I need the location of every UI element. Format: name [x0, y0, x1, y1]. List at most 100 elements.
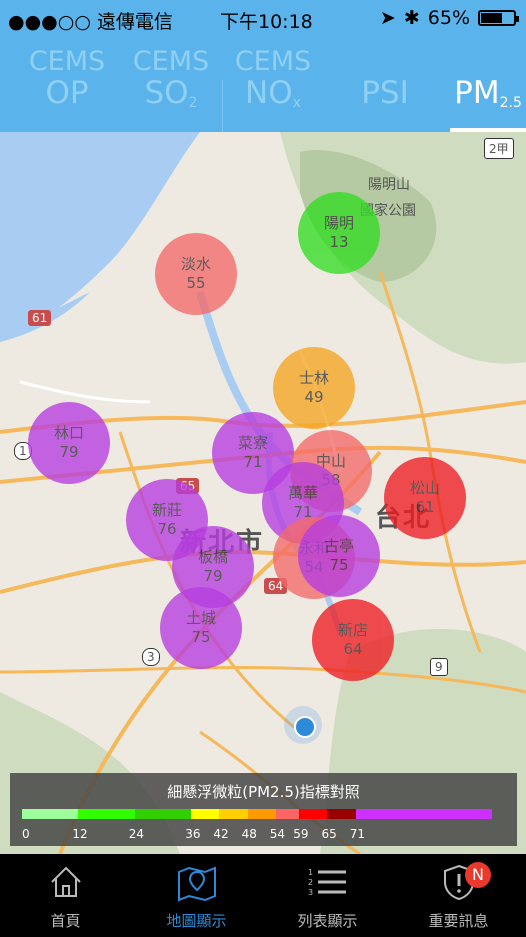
legend-color-segment	[219, 809, 248, 819]
home-icon	[0, 854, 131, 910]
nav-home[interactable]: 首頁	[0, 854, 131, 937]
tab-cems-nox[interactable]: CEMS NOx	[228, 36, 318, 132]
station-value: 76	[157, 520, 177, 538]
nav-list-label: 列表顯示	[297, 912, 358, 930]
shield-alert-icon	[393, 854, 524, 910]
tab-psi[interactable]: PSI	[345, 36, 425, 132]
user-location-dot	[294, 716, 316, 738]
bluetooth-icon: ✱	[403, 7, 420, 29]
nav-map-label: 地圖顯示	[166, 912, 227, 930]
tab-cems-so2[interactable]: CEMS SO2	[126, 36, 216, 132]
tab-pm25[interactable]: PM2.5	[450, 36, 526, 132]
map-view[interactable]: 陽明山 國家公園 新北市 台北 61 2甲 64 65 9 3 1 陽明13淡水…	[0, 132, 526, 854]
legend-tick-label: 42	[213, 827, 229, 841]
legend-color-segment	[134, 809, 192, 819]
pollutant-tabs: CEMS OP CEMS SO2 CEMS NOx PSI PM2.5	[0, 36, 526, 152]
tab-cems-nox-line1: CEMS	[234, 46, 312, 77]
legend-tick-label: 65	[321, 827, 337, 841]
legend-color-bar	[22, 809, 492, 819]
legend-tick-label: 12	[72, 827, 88, 841]
station-name: 林口	[53, 424, 84, 442]
legend-tick-label: 71	[349, 827, 365, 841]
station-value: 75	[191, 628, 211, 646]
station-marker[interactable]: 士林 49	[273, 347, 355, 429]
battery-percent: 65%	[427, 7, 470, 29]
nav-alerts[interactable]: 重要訊息 N	[393, 854, 524, 937]
station-name: 陽明	[323, 214, 354, 232]
status-bar: ●●●○○ 遠傳電信 下午10:18 ➤ ✱ 65%	[0, 0, 526, 36]
road-9-shield: 9	[430, 658, 448, 676]
tab-cems-nox-label: NO	[245, 75, 293, 111]
road-3-shield: 3	[142, 648, 160, 666]
list-icon: 123	[262, 854, 393, 910]
legend-color-segment	[247, 809, 276, 819]
station-marker[interactable]: 古亭 75	[298, 515, 380, 597]
legend-tick-label: 0	[22, 827, 30, 841]
tab-cems-so2-label: SO	[144, 75, 189, 111]
station-name: 新莊	[151, 501, 182, 519]
legend-tick-label: 54	[269, 827, 286, 841]
station-value: 71	[243, 453, 263, 471]
station-marker[interactable]: 新店 64	[312, 599, 394, 681]
legend-color-segment	[299, 809, 328, 819]
legend-color-segment	[327, 809, 356, 819]
station-marker[interactable]: 土城 75	[160, 587, 242, 669]
tab-psi-label: PSI	[361, 75, 409, 111]
label-yangmingshan: 陽明山	[368, 177, 410, 193]
nav-list[interactable]: 123 列表顯示	[262, 854, 393, 937]
status-right: ➤ ✱ 65%	[379, 7, 519, 29]
station-value: 79	[203, 567, 223, 585]
legend-color-segment	[191, 809, 220, 819]
station-name: 松山	[409, 479, 440, 497]
nav-map[interactable]: 地圖顯示	[131, 854, 262, 937]
road-2-shield: 2甲	[484, 138, 514, 159]
station-marker[interactable]: 淡水 55	[155, 233, 237, 315]
legend-tick-label: 59	[293, 827, 309, 841]
station-name: 淡水	[180, 255, 211, 273]
station-marker[interactable]: 松山 61	[384, 457, 466, 539]
tab-pm25-label: PM	[454, 75, 500, 111]
legend-color-segment	[275, 809, 300, 819]
svg-text:1: 1	[308, 868, 313, 877]
tab-cems-so2-line1: CEMS	[132, 46, 210, 77]
svg-text:3: 3	[308, 888, 313, 897]
nav-alerts-label: 重要訊息	[428, 912, 489, 930]
station-name: 古亭	[323, 537, 354, 555]
legend-color-segment	[355, 809, 492, 819]
station-name: 板橋	[197, 548, 228, 566]
legend-color-segment	[22, 809, 79, 819]
legend-tick-label: 48	[241, 827, 257, 841]
legend-color-segment	[78, 809, 135, 819]
battery-icon	[478, 10, 519, 26]
station-value: 55	[186, 274, 206, 292]
station-value: 13	[329, 233, 349, 251]
road-61-shield: 61	[28, 310, 52, 326]
station-value: 61	[415, 498, 435, 516]
tab-pm25-sub: 2.5	[499, 95, 522, 111]
tab-cems-op[interactable]: CEMS OP	[22, 36, 112, 132]
notification-badge: N	[465, 862, 491, 888]
location-icon: ➤	[379, 7, 396, 29]
station-name: 新店	[337, 621, 368, 639]
station-name: 萬華	[287, 484, 318, 502]
legend-tick-label: 36	[185, 827, 201, 841]
station-value: 64	[343, 640, 363, 658]
svg-text:2: 2	[308, 878, 313, 887]
bottom-nav: 首頁 地圖顯示 123 列表顯示 重要訊息 N	[0, 854, 526, 937]
station-name: 土城	[185, 609, 216, 627]
carrier: ●●●○○ 遠傳電信	[8, 11, 173, 33]
tab-cems-op-line1: CEMS	[28, 46, 106, 77]
tab-cems-nox-sub: x	[292, 95, 301, 111]
tab-cems-op-label: OP	[45, 75, 89, 111]
tab-cems-so2-sub: 2	[188, 95, 198, 111]
clock: 下午10:18	[220, 11, 313, 33]
station-name: 士林	[298, 369, 329, 387]
pm25-legend: 細懸浮微粒(PM2.5)指標對照 0 12 24 36 42 48 54 59 65 71	[10, 773, 517, 846]
battery-fill	[481, 13, 502, 23]
nav-home-label: 首頁	[50, 912, 81, 930]
station-value: 79	[59, 443, 79, 461]
legend-title: 細懸浮微粒(PM2.5)指標對照	[167, 783, 360, 801]
station-marker[interactable]: 陽明 13	[298, 192, 380, 274]
map-icon	[131, 854, 262, 910]
station-marker[interactable]: 林口 79	[28, 402, 110, 484]
